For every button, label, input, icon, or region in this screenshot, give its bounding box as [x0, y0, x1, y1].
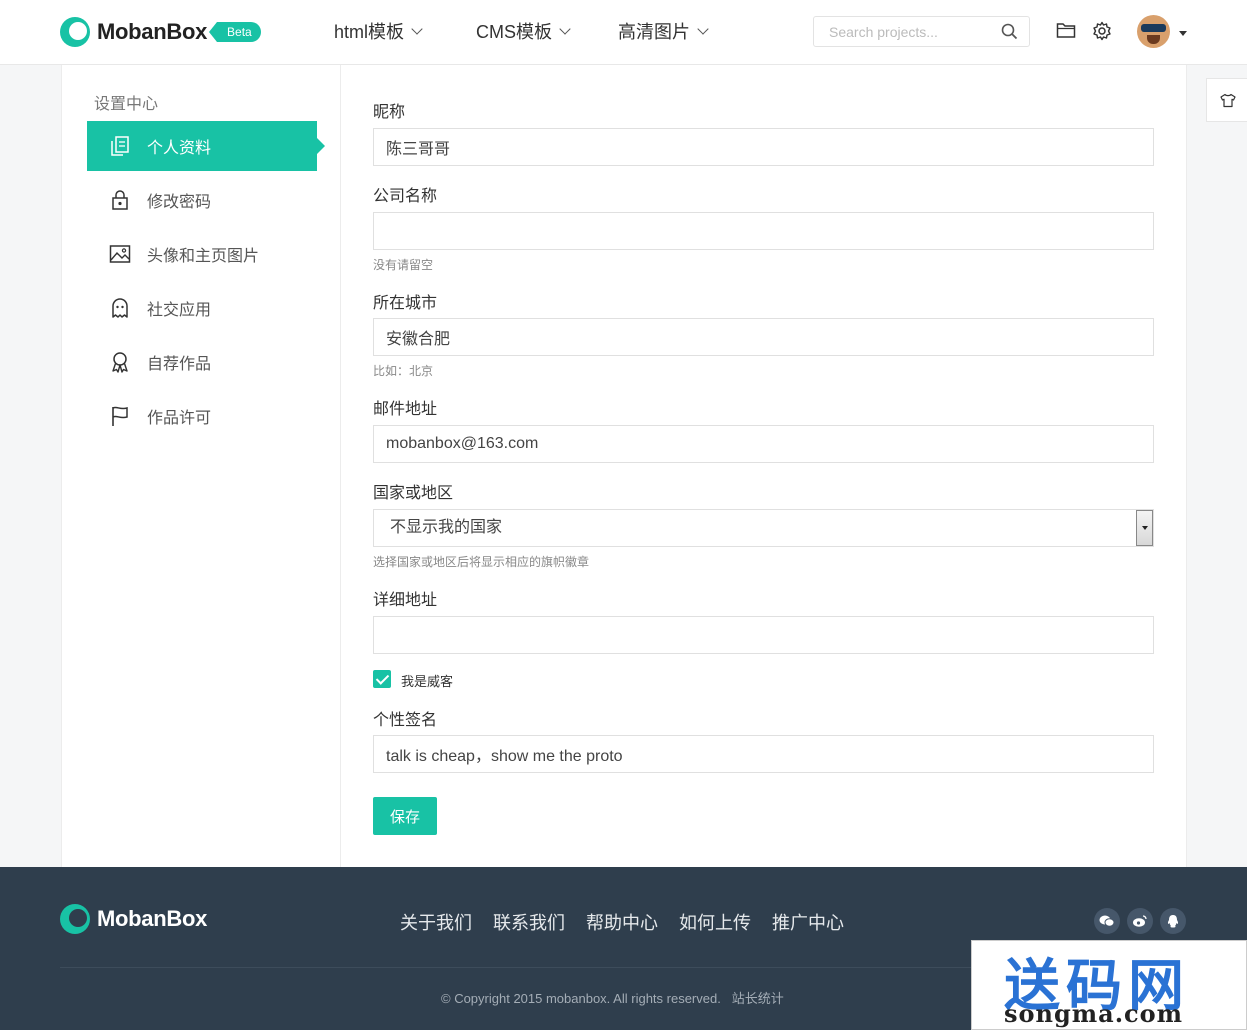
city-field[interactable] — [373, 318, 1154, 356]
ghost-icon — [109, 297, 131, 319]
search-box — [813, 16, 1030, 47]
copyright: © Copyright 2015 mobanbox. All rights re… — [441, 991, 721, 1006]
theme-tool[interactable] — [1206, 78, 1247, 122]
country-help: 选择国家或地区后将显示相应的旗帜徽章 — [373, 555, 590, 569]
footer-links: 关于我们 联系我们 帮助中心 如何上传 推广中心 — [400, 909, 865, 935]
footer-logo-text: MobanBox — [97, 906, 208, 931]
city-help: 比如：北京 — [373, 364, 434, 378]
wechat-icon[interactable] — [1094, 908, 1120, 934]
sidebar-item-label: 自荐作品 — [147, 356, 212, 373]
footer-link-contact[interactable]: 联系我们 — [493, 909, 565, 935]
document-icon — [109, 135, 131, 157]
sidebar-item-avatar-cover[interactable]: 头像和主页图片 — [87, 229, 317, 279]
chevron-down-icon — [559, 22, 571, 35]
nav-hd-images[interactable]: 高清图片 — [618, 18, 709, 44]
weike-checkbox[interactable] — [373, 670, 391, 688]
flag-icon — [109, 405, 131, 427]
sidebar-item-profile[interactable]: 个人资料 — [87, 121, 325, 171]
logo-mark-icon — [60, 904, 90, 934]
beta-badge: Beta — [209, 22, 261, 42]
chevron-down-icon — [697, 22, 709, 35]
footer-link-promote[interactable]: 推广中心 — [772, 909, 844, 935]
user-avatar[interactable] — [1137, 15, 1170, 48]
footer-logo[interactable]: MobanBox — [60, 904, 207, 934]
sidebar-item-works[interactable]: 自荐作品 — [87, 337, 317, 387]
watermark-url: songma.com — [1004, 999, 1184, 1028]
company-label: 公司名称 — [373, 188, 438, 205]
sidebar-item-label: 修改密码 — [147, 194, 212, 211]
nav-cms-templates[interactable]: CMS模板 — [476, 18, 571, 44]
nav-label: html模板 — [334, 22, 405, 42]
weibo-icon[interactable] — [1127, 908, 1153, 934]
caret-down-icon[interactable] — [1179, 31, 1187, 36]
top-header: MobanBox Beta html模板 CMS模板 高清图片 — [0, 0, 1247, 65]
signature-label: 个性签名 — [373, 712, 438, 729]
city-label: 所在城市 — [373, 295, 438, 312]
chevron-down-icon — [411, 22, 423, 35]
tshirt-icon — [1220, 93, 1236, 108]
weike-checkbox-label: 我是威客 — [401, 674, 454, 689]
site-logo[interactable]: MobanBox Beta — [60, 16, 261, 48]
award-icon — [109, 351, 131, 373]
settings-sidebar: 设置中心 个人资料 修改密码 头像和主页图片 社交应用 自荐作品 作品许可 — [61, 65, 341, 867]
sidebar-item-label: 头像和主页图片 — [147, 248, 260, 265]
address-label: 详细地址 — [373, 592, 438, 609]
save-button[interactable]: 保存 — [373, 797, 437, 835]
profile-form: 昵称 公司名称 没有请留空 所在城市 比如：北京 邮件地址 国家或地区 不显示我… — [341, 65, 1187, 867]
sidebar-item-password[interactable]: 修改密码 — [87, 175, 317, 225]
footer-link-upload[interactable]: 如何上传 — [679, 909, 751, 935]
logo-text: MobanBox — [97, 19, 208, 44]
nav-label: 高清图片 — [618, 22, 690, 42]
copyright-text: © Copyright 2015 mobanbox. All rights re… — [441, 988, 784, 1007]
company-help: 没有请留空 — [373, 258, 434, 272]
sidebar-item-label: 社交应用 — [147, 302, 212, 319]
footer-link-about[interactable]: 关于我们 — [400, 909, 472, 935]
stats-link[interactable]: 站长统计 — [732, 991, 784, 1006]
nav-html-templates[interactable]: html模板 — [334, 18, 423, 44]
signature-field[interactable] — [373, 735, 1154, 773]
sidebar-item-label: 个人资料 — [147, 140, 212, 157]
sidebar-item-label: 作品许可 — [147, 410, 212, 427]
address-field[interactable] — [373, 616, 1154, 654]
country-label: 国家或地区 — [373, 485, 454, 502]
image-icon — [109, 244, 131, 264]
select-arrow-icon[interactable] — [1136, 510, 1153, 546]
sidebar-title: 设置中心 — [94, 96, 159, 113]
email-label: 邮件地址 — [373, 401, 438, 418]
country-select[interactable]: 不显示我的国家 — [373, 509, 1154, 547]
watermark: 送码网 songma.com — [971, 940, 1247, 1030]
qq-icon[interactable] — [1160, 908, 1186, 934]
sidebar-item-license[interactable]: 作品许可 — [87, 391, 317, 441]
company-field[interactable] — [373, 212, 1154, 250]
search-icon[interactable] — [1001, 23, 1018, 40]
country-select-value: 不显示我的国家 — [390, 519, 503, 536]
email-field[interactable] — [373, 425, 1154, 463]
sidebar-item-social[interactable]: 社交应用 — [87, 283, 317, 333]
nav-label: CMS模板 — [476, 22, 552, 42]
logo-mark-icon — [60, 17, 90, 47]
folder-icon[interactable] — [1056, 21, 1076, 39]
search-input[interactable] — [814, 17, 984, 46]
nickname-field[interactable] — [373, 128, 1154, 166]
gear-icon[interactable] — [1092, 21, 1112, 41]
lock-icon — [109, 189, 131, 211]
nickname-label: 昵称 — [373, 104, 406, 121]
footer-link-help[interactable]: 帮助中心 — [586, 909, 658, 935]
